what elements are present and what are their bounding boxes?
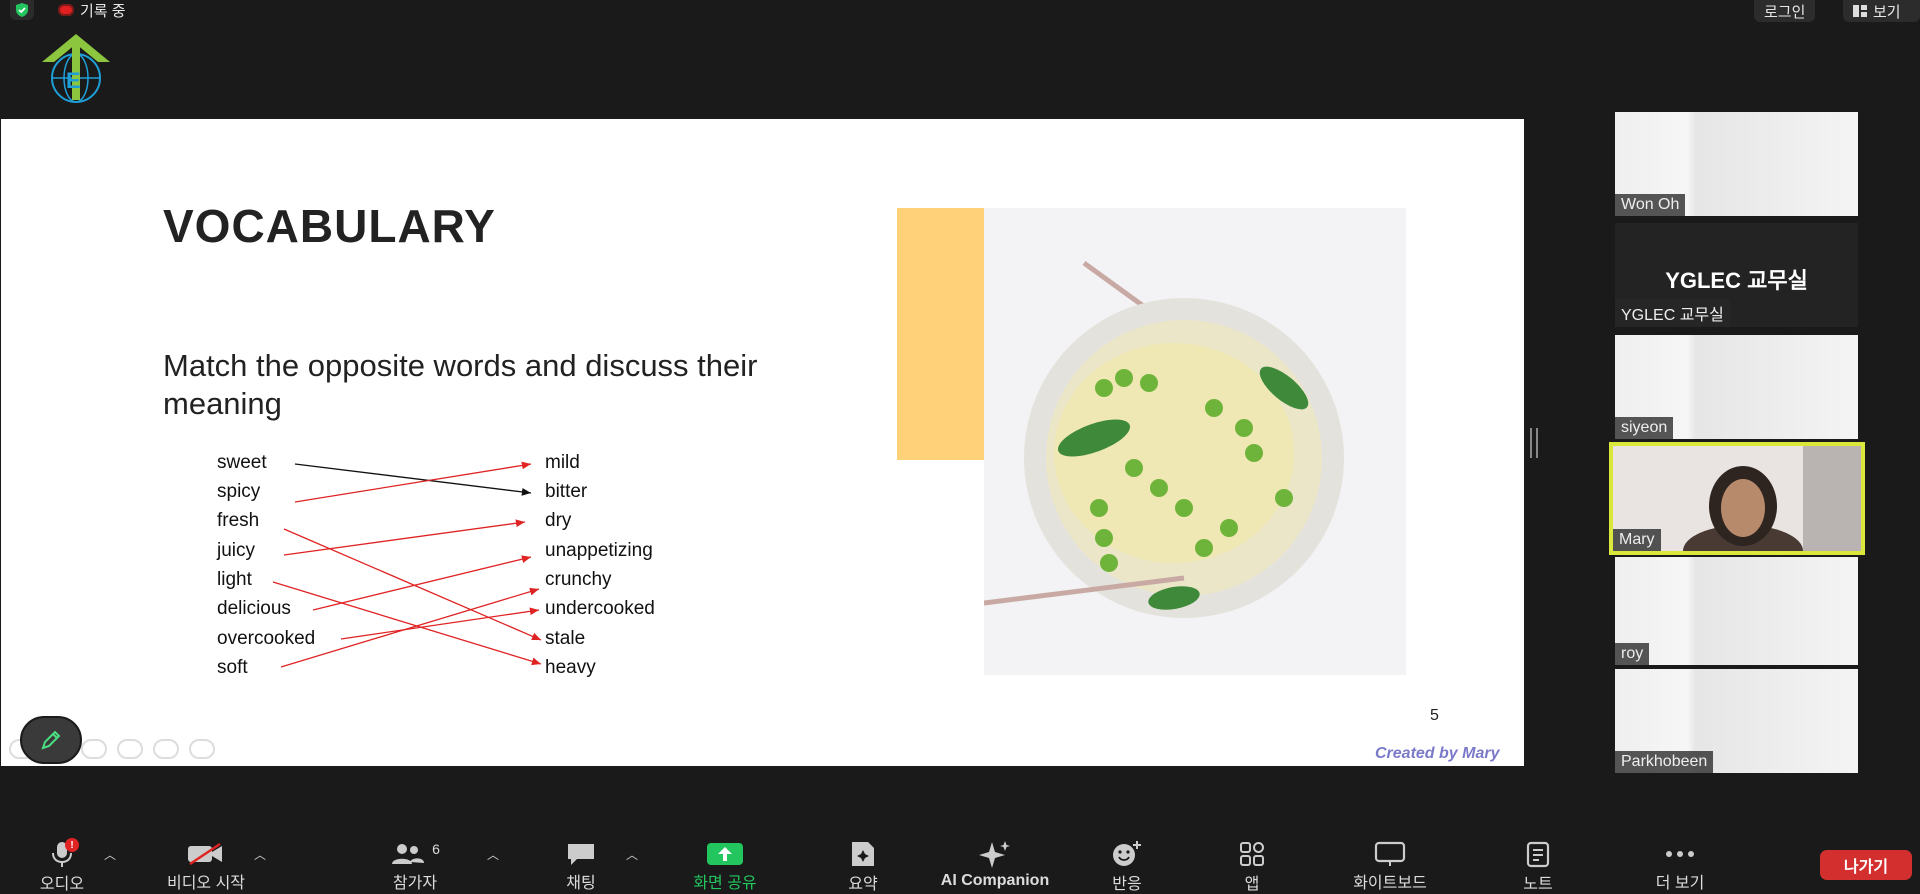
record-icon: [58, 4, 74, 16]
match-line-spicy-mild: [294, 461, 532, 503]
participant-tile[interactable]: siyeon: [1615, 335, 1858, 439]
recording-label: 기록 중: [80, 2, 126, 20]
tool-icon[interactable]: [117, 739, 143, 759]
chat-options-chevron-icon[interactable]: ︿: [626, 846, 638, 863]
view-label: 보기: [1873, 3, 1901, 21]
summary-label: 요약: [848, 876, 878, 893]
participant-name: siyeon: [1615, 417, 1674, 439]
tool-icon[interactable]: [153, 739, 179, 759]
grid-view-icon: [1853, 5, 1867, 17]
notes-button[interactable]: 노트: [1516, 834, 1560, 893]
apps-button[interactable]: 앱: [1232, 834, 1272, 893]
pencil-icon: [41, 730, 61, 750]
participant-name: Won Oh: [1615, 194, 1686, 216]
companion-label: AI Companion: [940, 872, 1050, 889]
summary-document-icon: [852, 842, 874, 866]
match-line-soft-crunchy: [280, 587, 540, 668]
participant-display-name: YGLEC 교무실: [1665, 268, 1808, 293]
emoji-add-icon: [1113, 841, 1141, 866]
panel-resize-handle[interactable]: [1530, 428, 1538, 458]
match-line-overcooked-undercooked: [340, 607, 540, 640]
participant-tile[interactable]: Won Oh: [1615, 112, 1858, 216]
slide-credit: Created by Mary: [1375, 745, 1500, 762]
meeting-toolbar: ! 오디오 ︿ 비디오 시작 ︿ 6 참가자 ︿ 채팅 ︿ 화면 공유 요약 A…: [0, 834, 1920, 893]
view-button[interactable]: 보기: [1843, 0, 1920, 22]
notes-icon: [1526, 841, 1550, 868]
whiteboard-button[interactable]: 화이트보드: [1340, 834, 1440, 893]
participant-tile-active-speaker[interactable]: Mary: [1609, 442, 1865, 555]
more-dots-icon: [1666, 850, 1694, 857]
participant-name: Parkhobeen: [1615, 751, 1714, 773]
video-off-icon: [188, 842, 222, 865]
reactions-label: 반응: [1112, 876, 1142, 893]
apps-label: 앱: [1244, 876, 1260, 893]
participant-tile[interactable]: roy: [1615, 557, 1858, 665]
video-options-chevron-icon[interactable]: ︿: [254, 846, 266, 863]
match-line-juicy-dry: [283, 519, 526, 556]
recording-indicator[interactable]: 기록 중: [58, 0, 126, 20]
more-button[interactable]: 더 보기: [1644, 834, 1716, 893]
security-shield-icon[interactable]: [10, 0, 34, 20]
tool-icon[interactable]: [81, 739, 107, 759]
participants-icon: [392, 843, 425, 864]
match-line-fresh-stale: [283, 528, 542, 641]
audio-options-chevron-icon[interactable]: ︿: [104, 846, 116, 863]
audio-button[interactable]: ! 오디오: [32, 834, 92, 893]
svg-text:E: E: [66, 68, 81, 93]
reactions-button[interactable]: 반응: [1102, 834, 1152, 893]
participants-label: 참가자: [392, 875, 438, 892]
ai-companion-button[interactable]: AI Companion: [932, 834, 1058, 893]
login-label: 로그인: [1764, 3, 1806, 21]
organization-logo-icon: E: [42, 34, 110, 103]
video-feed: [1615, 557, 1858, 665]
top-bar: 기록 중 로그인 보기: [0, 0, 1920, 22]
participant-tile[interactable]: Parkhobeen: [1615, 669, 1858, 773]
whiteboard-icon: [1374, 841, 1406, 866]
audio-label: 오디오: [39, 876, 85, 893]
match-line-sweet-bitter: [294, 463, 532, 496]
participant-name: YGLEC 교무실: [1615, 299, 1730, 327]
slide-page-number: 5: [1430, 707, 1439, 724]
match-line-delicious-unappetizing: [312, 555, 532, 611]
pasta-dish-image: [984, 208, 1406, 675]
share-screen-button[interactable]: 화면 공유: [682, 834, 768, 893]
chat-button[interactable]: 채팅: [556, 834, 606, 893]
video-label: 비디오 시작: [166, 875, 246, 892]
participant-name: Mary: [1613, 529, 1661, 551]
share-screen-icon: [707, 842, 743, 865]
alert-badge-icon: !: [65, 838, 79, 852]
participants-button[interactable]: 6 참가자: [380, 834, 450, 893]
summary-button[interactable]: 요약: [838, 834, 888, 893]
chat-bubble-icon: [568, 843, 594, 865]
participant-name: roy: [1615, 643, 1650, 665]
tool-icon[interactable]: [189, 739, 215, 759]
chat-label: 채팅: [566, 875, 596, 892]
more-label: 더 보기: [1655, 875, 1705, 892]
sparkle-icon: [979, 841, 1010, 868]
leave-meeting-button[interactable]: 나가기: [1820, 850, 1912, 880]
start-video-button[interactable]: 비디오 시작: [156, 834, 256, 893]
participants-options-chevron-icon[interactable]: ︿: [487, 846, 499, 863]
whiteboard-label: 화이트보드: [1353, 875, 1427, 892]
annotate-pencil-button[interactable]: [20, 716, 82, 764]
participant-tile[interactable]: YGLEC 교무실 YGLEC 교무실: [1615, 223, 1858, 327]
apps-icon: [1240, 842, 1264, 866]
shared-slide: VOCABULARY Match the opposite words and …: [1, 119, 1524, 766]
leave-label: 나가기: [1843, 859, 1889, 876]
participant-count: 6: [432, 840, 440, 857]
notes-label: 노트: [1523, 876, 1553, 893]
login-button[interactable]: 로그인: [1754, 0, 1816, 22]
share-label: 화면 공유: [693, 875, 757, 892]
